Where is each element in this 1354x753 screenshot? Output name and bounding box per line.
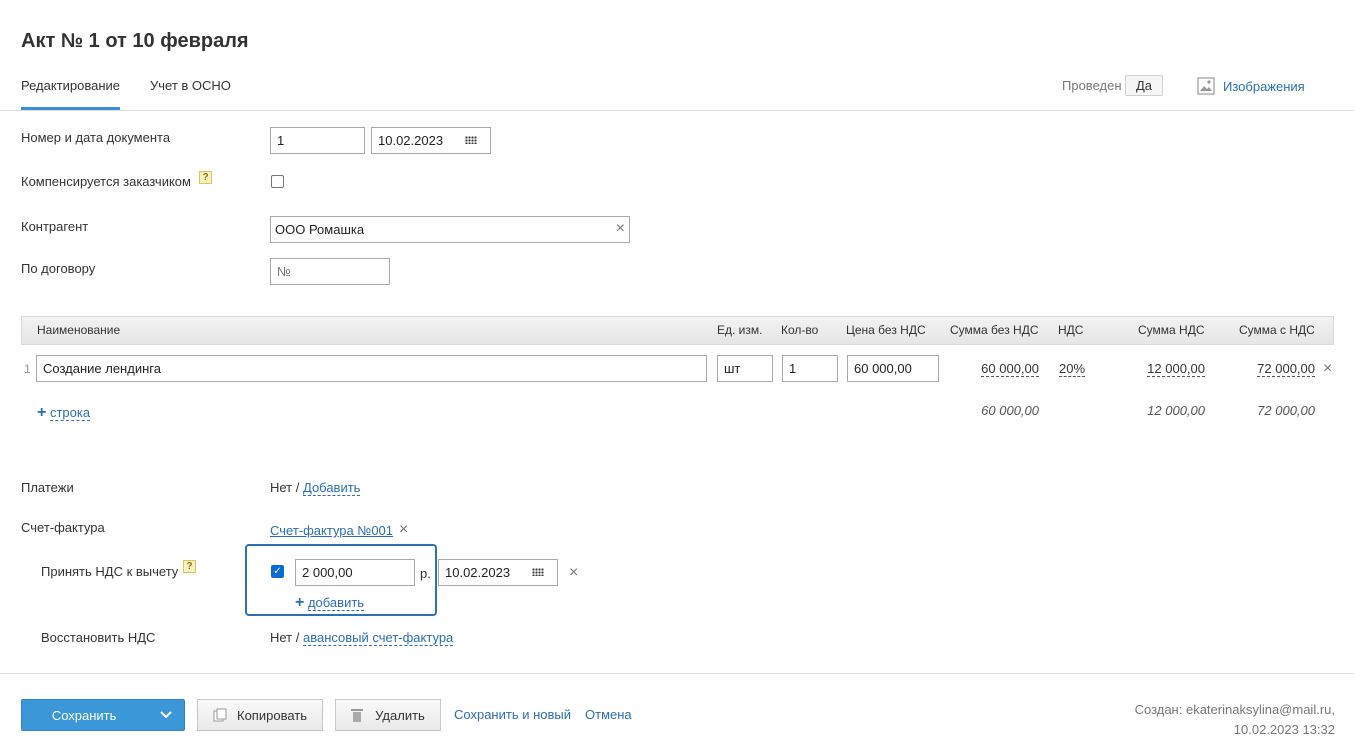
contractor-field[interactable]: ×	[270, 216, 630, 243]
tab-osno[interactable]: Учет в ОСНО	[150, 78, 231, 93]
remove-row-icon[interactable]: ×	[1323, 361, 1332, 377]
calendar-icon[interactable]	[532, 568, 544, 576]
invoice-label: Счет-фактура	[21, 520, 105, 535]
help-icon[interactable]: ?	[183, 560, 196, 573]
doc-number-input[interactable]	[270, 127, 365, 154]
plus-icon: +	[295, 594, 305, 611]
contract-input[interactable]	[270, 258, 390, 285]
delete-button[interactable]: Удалить	[335, 699, 441, 731]
contractor-input[interactable]	[270, 216, 630, 243]
vat-restore-label: Восстановить НДС	[41, 630, 156, 645]
chevron-down-icon[interactable]	[147, 711, 184, 719]
invoice-link[interactable]: Счет-фактура №001	[270, 523, 393, 538]
vat-deduction-label: Принять НДС к вычету	[41, 564, 179, 579]
payments-none: Нет /	[270, 480, 300, 495]
col-unit: Ед. изм.	[717, 323, 763, 337]
doc-number-label: Номер и дата документа	[21, 130, 171, 145]
col-sum-no-vat: Сумма без НДС	[950, 323, 1039, 337]
tabs-divider	[0, 110, 1354, 111]
vat-deduction-checkbox[interactable]: ✓	[271, 565, 284, 578]
posted-toggle[interactable]: Да	[1125, 75, 1163, 96]
col-price: Цена без НДС	[846, 323, 926, 337]
clear-icon[interactable]: ×	[616, 221, 625, 237]
items-table-header: Наименование Ед. изм. Кол-во Цена без НД…	[21, 316, 1334, 345]
delete-label: Удалить	[375, 707, 425, 723]
add-vat-deduction-button[interactable]: + добавить	[295, 594, 365, 612]
save-and-new-link[interactable]: Сохранить и новый	[454, 707, 571, 722]
image-icon[interactable]	[1197, 77, 1215, 95]
doc-date-field[interactable]	[371, 127, 491, 154]
payments-label: Платежи	[21, 480, 74, 495]
add-row-button[interactable]: + строка	[37, 404, 91, 422]
add-row-label[interactable]: строка	[49, 405, 91, 421]
calendar-icon[interactable]	[465, 136, 477, 144]
remove-invoice-icon[interactable]: ×	[399, 522, 408, 538]
payments-value: Нет / Добавить	[270, 480, 361, 496]
plus-icon: +	[37, 404, 47, 421]
currency-label: р.	[420, 566, 431, 581]
item-sum-no-vat[interactable]: 60 000,00	[981, 361, 1039, 377]
total-sum-no-vat: 60 000,00	[981, 403, 1039, 418]
item-vat-sum[interactable]: 12 000,00	[1147, 361, 1205, 377]
created-by: Создан: ekaterinaksylina@mail.ru,	[1134, 702, 1335, 717]
created-at: 10.02.2023 13:32	[1233, 722, 1335, 737]
col-name: Наименование	[37, 323, 121, 337]
cancel-link[interactable]: Отмена	[585, 707, 632, 722]
total-vat-sum: 12 000,00	[1147, 403, 1205, 418]
vat-date-field[interactable]	[438, 559, 558, 586]
item-vat-rate[interactable]: 20%	[1059, 361, 1086, 377]
vat-restore-value: Нет / авансовый счет-фактура	[270, 630, 454, 646]
remove-vat-deduction-icon[interactable]: ×	[569, 565, 578, 581]
created-info: Создан: ekaterinaksylina@mail.ru, 10.02.…	[1135, 700, 1335, 740]
item-qty-input[interactable]	[782, 355, 838, 382]
copy-label: Копировать	[237, 707, 307, 723]
compensated-checkbox[interactable]	[271, 175, 284, 188]
vat-restore-none: Нет /	[270, 630, 300, 645]
images-link[interactable]: Изображения	[1223, 79, 1305, 94]
col-vat: НДС	[1058, 323, 1084, 337]
col-vat-sum: Сумма НДС	[1138, 323, 1205, 337]
compensated-label: Компенсируется заказчиком	[21, 174, 191, 189]
help-icon[interactable]: ?	[199, 171, 212, 184]
page-title: Акт № 1 от 10 февраля	[21, 30, 249, 52]
item-name-input[interactable]	[36, 355, 707, 382]
posted-label: Проведен	[1062, 78, 1122, 93]
save-button[interactable]: Сохранить	[21, 699, 185, 731]
tab-editing[interactable]: Редактирование	[21, 78, 120, 93]
total-sum-with-vat: 72 000,00	[1257, 403, 1315, 418]
trash-icon	[351, 709, 364, 722]
col-sum-with-vat: Сумма с НДС	[1239, 323, 1315, 337]
item-unit-input[interactable]	[717, 355, 773, 382]
row-index: 1	[24, 362, 31, 376]
col-qty: Кол-во	[781, 323, 819, 337]
copy-icon	[213, 708, 227, 722]
contract-label: По договору	[21, 261, 96, 276]
copy-button[interactable]: Копировать	[197, 699, 323, 731]
vat-amount-input[interactable]	[295, 559, 415, 586]
advance-invoice-link[interactable]: авансовый счет-фактура	[303, 630, 454, 646]
contractor-label: Контрагент	[21, 219, 89, 234]
add-vat-deduction-label[interactable]: добавить	[307, 595, 365, 611]
item-price-input[interactable]	[847, 355, 939, 382]
item-sum-with-vat[interactable]: 72 000,00	[1257, 361, 1315, 377]
add-payment-link[interactable]: Добавить	[303, 480, 361, 496]
save-label[interactable]: Сохранить	[22, 708, 146, 723]
footer-divider	[0, 673, 1354, 674]
